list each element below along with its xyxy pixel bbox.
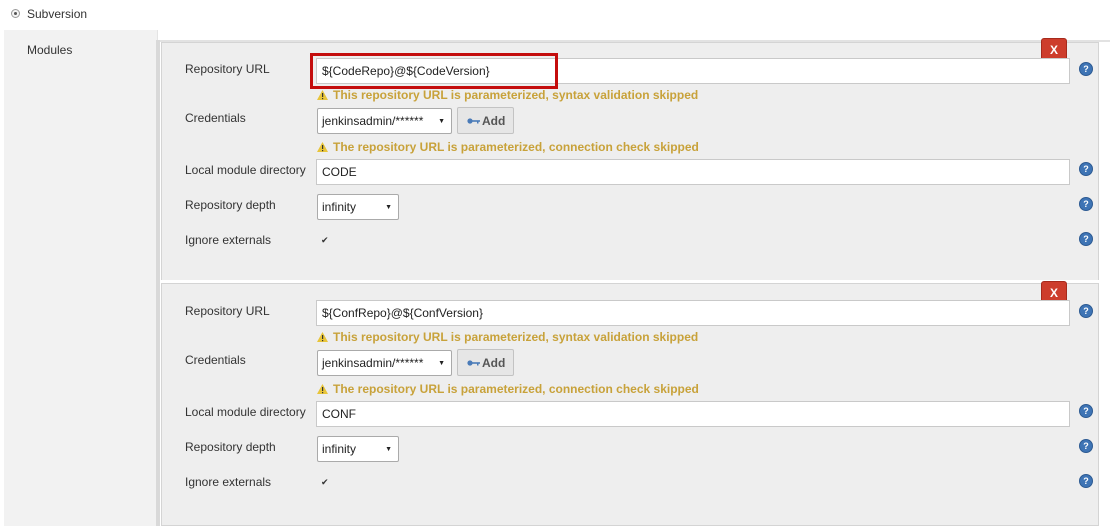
repository-depth-value: infinity [322,200,357,214]
dropdown-arrow-icon: ▼ [385,204,392,211]
repository-depth-select[interactable]: infinity ▼ [317,436,399,462]
modules-left-border [156,40,160,526]
help-icon[interactable]: ? [1079,232,1093,246]
repository-depth-label: Repository depth [185,198,276,212]
dropdown-arrow-icon: ▼ [438,118,445,125]
scm-option-row: Subversion [0,0,1110,30]
add-button-label: Add [482,113,506,128]
url-warning-text: This repository URL is parameterized, sy… [333,330,699,344]
dropdown-arrow-icon: ▼ [385,446,392,453]
subversion-radio[interactable] [11,9,20,18]
modules-label: Modules [27,43,73,57]
help-icon[interactable]: ? [1079,162,1093,176]
credentials-label: Credentials [185,111,246,125]
repository-url-label: Repository URL [185,62,270,76]
connection-warning: The repository URL is parameterized, con… [317,140,699,154]
add-button-label: Add [482,355,506,370]
local-module-directory-input[interactable]: CODE [316,159,1070,185]
url-warning: This repository URL is parameterized, sy… [317,330,698,344]
ignore-externals-checkbox[interactable]: ✔ [321,478,329,487]
credentials-value: jenkinsadmin/****** [322,356,424,370]
annotation-highlight-box [310,53,558,89]
add-credentials-button[interactable]: Add [457,107,514,134]
warning-icon [317,332,328,342]
warning-icon [317,142,328,152]
url-warning-text: This repository URL is parameterized, sy… [333,88,699,102]
url-warning: This repository URL is parameterized, sy… [317,88,698,102]
repository-url-input[interactable]: ${ConfRepo}@${ConfVersion} [316,300,1070,326]
key-icon [467,359,480,366]
subversion-label: Subversion [27,7,88,21]
key-icon [467,117,480,124]
add-credentials-button[interactable]: Add [457,349,514,376]
warning-icon [317,90,328,100]
repository-url-label: Repository URL [185,304,270,318]
connection-warning: The repository URL is parameterized, con… [317,382,699,396]
connection-warning-text: The repository URL is parameterized, con… [333,382,699,396]
local-module-directory-label: Local module directory [185,405,306,419]
repository-depth-label: Repository depth [185,440,276,454]
help-icon[interactable]: ? [1079,197,1093,211]
local-module-directory-label: Local module directory [185,163,306,177]
connection-warning-text: The repository URL is parameterized, con… [333,140,699,154]
credentials-value: jenkinsadmin/****** [322,114,424,128]
help-icon[interactable]: ? [1079,304,1093,318]
credentials-select[interactable]: jenkinsadmin/****** ▼ [317,350,452,376]
credentials-select[interactable]: jenkinsadmin/****** ▼ [317,108,452,134]
ignore-externals-checkbox[interactable]: ✔ [321,236,329,245]
help-icon[interactable]: ? [1079,404,1093,418]
ignore-externals-label: Ignore externals [185,475,272,489]
dropdown-arrow-icon: ▼ [438,360,445,367]
warning-icon [317,384,328,394]
help-icon[interactable]: ? [1079,439,1093,453]
left-indent-bar [4,30,158,526]
ignore-externals-label: Ignore externals [185,233,272,247]
credentials-label: Credentials [185,353,246,367]
help-icon[interactable]: ? [1079,62,1093,76]
repository-depth-value: infinity [322,442,357,456]
repository-depth-select[interactable]: infinity ▼ [317,194,399,220]
help-icon[interactable]: ? [1079,474,1093,488]
local-module-directory-input[interactable]: CONF [316,401,1070,427]
